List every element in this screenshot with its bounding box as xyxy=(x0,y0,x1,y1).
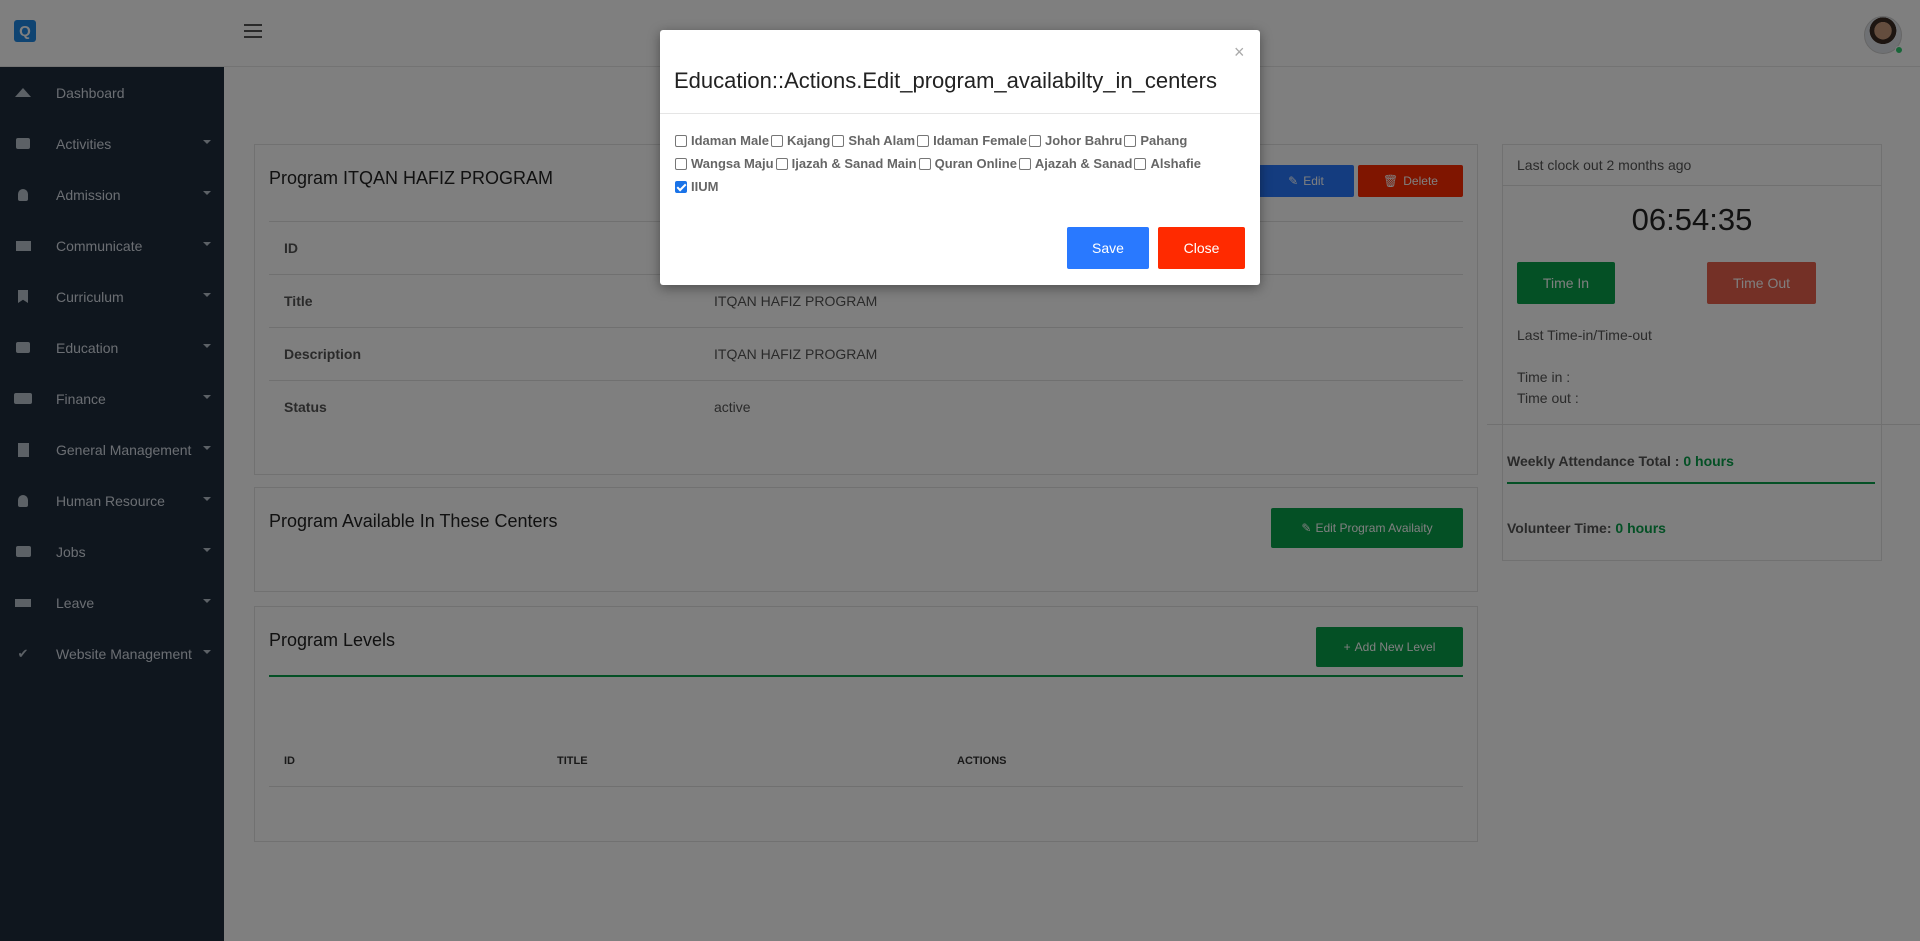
center-option-quran-online[interactable]: Quran Online xyxy=(918,156,1017,171)
checkbox[interactable] xyxy=(1134,157,1147,170)
center-option-johor-bahru[interactable]: Johor Bahru xyxy=(1029,133,1122,148)
edit-availability-modal: × Education::Actions.Edit_program_availa… xyxy=(660,30,1260,285)
center-option-shah-alam[interactable]: Shah Alam xyxy=(832,133,915,148)
center-option-pahang[interactable]: Pahang xyxy=(1124,133,1187,148)
modal-title: Education::Actions.Edit_program_availabi… xyxy=(674,68,1217,93)
close-button[interactable]: Close xyxy=(1158,227,1245,269)
checkbox[interactable] xyxy=(675,134,687,147)
centers-checkbox-row: Idaman Male Kajang Shah Alam Idaman Fema… xyxy=(675,133,1189,148)
center-option-ajazah-sanad[interactable]: Ajazah & Sanad xyxy=(1018,156,1132,171)
checkbox[interactable] xyxy=(1029,134,1042,147)
checkbox[interactable] xyxy=(775,157,788,170)
checkbox-checked[interactable] xyxy=(675,180,687,193)
modal-divider xyxy=(660,113,1260,114)
center-option-ijazah-sanad-main[interactable]: Ijazah & Sanad Main xyxy=(775,156,917,171)
checkbox[interactable] xyxy=(1124,134,1137,147)
centers-checkbox-row: IIUM xyxy=(675,179,720,194)
center-option-idaman-female[interactable]: Idaman Female xyxy=(917,133,1027,148)
center-option-iium[interactable]: IIUM xyxy=(675,179,718,194)
checkbox[interactable] xyxy=(675,157,687,170)
center-option-alshafie[interactable]: Alshafie xyxy=(1134,156,1201,171)
checkbox[interactable] xyxy=(918,157,931,170)
center-option-kajang[interactable]: Kajang xyxy=(771,133,830,148)
checkbox[interactable] xyxy=(832,134,845,147)
center-option-idaman-male[interactable]: Idaman Male xyxy=(675,133,769,148)
checkbox[interactable] xyxy=(771,134,784,147)
center-option-wangsa-maju[interactable]: Wangsa Maju xyxy=(675,156,774,171)
checkbox[interactable] xyxy=(1018,157,1031,170)
centers-checkbox-row: Wangsa Maju Ijazah & Sanad Main Quran On… xyxy=(675,156,1203,171)
save-button[interactable]: Save xyxy=(1067,227,1149,269)
close-icon[interactable]: × xyxy=(1234,42,1245,63)
checkbox[interactable] xyxy=(917,134,930,147)
